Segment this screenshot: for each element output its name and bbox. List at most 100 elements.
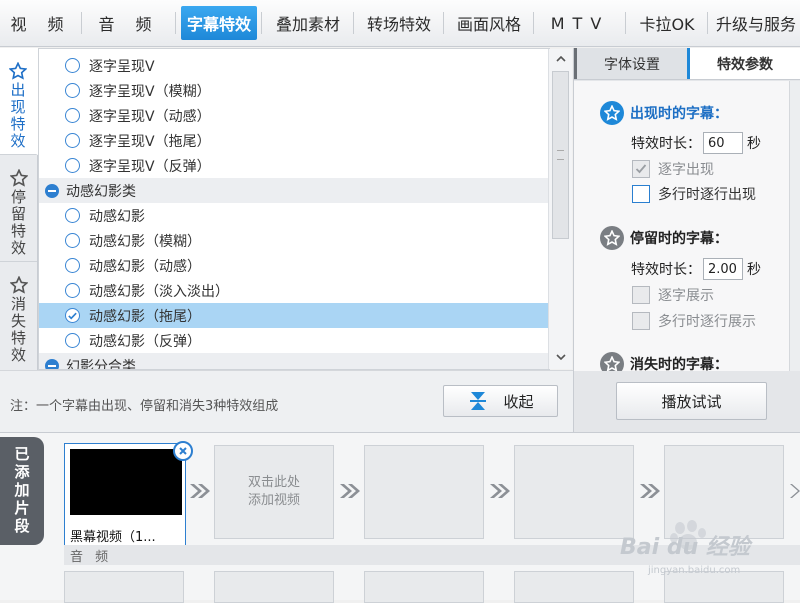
radio-icon[interactable]	[65, 233, 80, 248]
next-arrow-icon	[339, 481, 363, 501]
unit-label: 秒	[747, 262, 761, 278]
effect-list-item[interactable]: 逐字呈现V	[39, 53, 549, 78]
side-tab-vanish[interactable]: 消失特效	[0, 262, 37, 369]
remove-clip-button[interactable]	[173, 441, 193, 461]
collapse-group-icon[interactable]	[45, 183, 59, 198]
stay-per-char-checkbox[interactable]: 逐字展示	[632, 285, 714, 305]
settings-panel: 字体设置 特效参数 出现时的字幕： 特效时长： 秒 逐字出现 多行时逐行出现	[573, 48, 800, 432]
tab-label: 叠加素材	[275, 15, 340, 34]
audio-slot[interactable]	[64, 571, 184, 603]
tab-label: 特效参数	[717, 56, 773, 73]
checkbox-label: 多行时逐行展示	[658, 314, 756, 330]
effect-label: 动感幻影（动感）	[89, 258, 201, 275]
effect-label: 逐字呈现V	[89, 58, 155, 75]
radio-icon[interactable]	[65, 333, 80, 348]
tab-upgrade[interactable]: 升级与服务	[708, 0, 800, 46]
next-arrow-icon	[189, 481, 213, 501]
effect-list-scrollbar[interactable]	[548, 49, 572, 369]
star-outline-icon	[9, 276, 28, 294]
settings-scrollbar[interactable]	[789, 81, 800, 371]
scroll-down-button[interactable]	[549, 347, 572, 367]
video-clip[interactable]: 黑幕视频（1...	[64, 441, 193, 546]
tab-karaoke[interactable]: 卡拉OK	[626, 0, 708, 46]
effect-label: 逐字呈现V（反弹）	[89, 158, 211, 175]
effect-list-item[interactable]: 动感幻影	[39, 203, 549, 228]
add-hint-line1: 双击此处	[247, 475, 300, 490]
effect-list-item[interactable]: 逐字呈现V（拖尾）	[39, 128, 549, 153]
tab-overlay[interactable]: 叠加素材	[262, 0, 354, 46]
effect-group-header[interactable]: 动感幻影类	[39, 178, 549, 203]
collapse-group-icon[interactable]	[45, 358, 59, 369]
section-title-text: 停留时的字幕：	[630, 231, 728, 247]
checkmark-icon	[635, 164, 647, 174]
radio-icon[interactable]	[65, 83, 80, 98]
section-title-text: 消失时的字幕：	[630, 357, 728, 371]
checkbox-label: 逐字展示	[658, 288, 714, 304]
star-outline-icon	[9, 169, 28, 187]
scroll-thumb[interactable]	[552, 71, 569, 239]
scroll-up-button[interactable]	[549, 49, 572, 69]
effect-list-item[interactable]: 逐字呈现V（模糊）	[39, 78, 549, 103]
empty-clip-slot[interactable]	[364, 445, 484, 539]
side-tab-appear[interactable]: 出现特效	[0, 48, 38, 155]
tab-font-settings[interactable]: 字体设置	[574, 48, 687, 79]
radio-checked-icon[interactable]	[65, 308, 80, 323]
tab-transition[interactable]: 转场特效	[354, 0, 444, 46]
audio-label-text: 音 频	[70, 549, 113, 565]
tab-mtv[interactable]: MTV	[534, 0, 626, 46]
unit-label: 秒	[747, 136, 761, 152]
effect-list-item[interactable]: 动感幻影（反弹）	[39, 328, 549, 353]
effect-label: 逐字呈现V（动感）	[89, 108, 211, 125]
tab-subtitle-effects[interactable]: 字幕特效	[176, 0, 262, 46]
tab-label: 音 频	[98, 15, 160, 34]
tab-label: MTV	[550, 13, 610, 33]
added-clips-label: 已添加片段	[0, 437, 44, 545]
chevron-up-icon	[555, 56, 566, 62]
appear-duration-input[interactable]	[703, 132, 743, 154]
add-video-slot[interactable]: 双击此处 添加视频	[214, 445, 334, 539]
radio-icon[interactable]	[65, 58, 80, 73]
effect-list-item[interactable]: 动感幻影（淡入淡出）	[39, 278, 549, 303]
radio-icon[interactable]	[65, 108, 80, 123]
side-tab-label: 出现特效	[8, 82, 27, 150]
radio-icon[interactable]	[65, 258, 80, 273]
stay-duration-input[interactable]	[703, 258, 743, 280]
checkbox[interactable]	[632, 185, 650, 203]
checkbox[interactable]	[632, 312, 650, 330]
side-tab-stay[interactable]: 停留特效	[0, 155, 37, 262]
tab-audio[interactable]: 音 频	[82, 0, 176, 46]
added-label-text: 已添加片段	[12, 446, 31, 536]
radio-icon[interactable]	[65, 208, 80, 223]
effect-label: 动感幻影类	[66, 183, 136, 200]
tab-effect-params[interactable]: 特效参数	[687, 48, 800, 79]
top-tab-bar: 视 频 音 频 字幕特效 叠加素材 转场特效 画面风格 MTV 卡拉OK 升级与…	[0, 0, 800, 47]
audio-slot[interactable]	[214, 571, 334, 603]
radio-icon[interactable]	[65, 158, 80, 173]
effect-list-item[interactable]: 动感幻影（模糊）	[39, 228, 549, 253]
effect-label: 幻影分合类	[66, 358, 136, 370]
appear-per-char-checkbox[interactable]: 逐字出现	[632, 159, 714, 179]
tab-label: 字幕特效	[180, 6, 257, 40]
effect-list-item[interactable]: 动感幻影（拖尾）	[39, 303, 549, 328]
star-icon	[600, 352, 624, 371]
radio-icon[interactable]	[65, 133, 80, 148]
effect-list-item[interactable]: 动感幻影（动感）	[39, 253, 549, 278]
collapse-button[interactable]: 收起	[443, 385, 558, 417]
radio-icon[interactable]	[65, 283, 80, 298]
checkbox-label: 多行时逐行出现	[658, 187, 756, 203]
tab-video[interactable]: 视 频	[0, 0, 82, 46]
appear-multiline-checkbox[interactable]: 多行时逐行出现	[632, 184, 756, 204]
tab-style[interactable]: 画面风格	[444, 0, 534, 46]
side-tab-label: 消失特效	[9, 296, 27, 364]
checkbox[interactable]	[632, 286, 650, 304]
checkbox[interactable]	[632, 160, 650, 178]
collapse-label: 收起	[503, 392, 534, 411]
effect-list-item[interactable]: 逐字呈现V（反弹）	[39, 153, 549, 178]
effect-list-item[interactable]: 逐字呈现V（动感）	[39, 103, 549, 128]
stay-multiline-checkbox[interactable]: 多行时逐行展示	[632, 311, 756, 331]
play-preview-button[interactable]: 播放试试	[616, 382, 767, 420]
effect-group-header[interactable]: 幻影分合类	[39, 353, 549, 370]
audio-slot[interactable]	[364, 571, 484, 603]
play-label: 播放试试	[661, 392, 722, 411]
tab-label: 升级与服务	[716, 15, 797, 34]
